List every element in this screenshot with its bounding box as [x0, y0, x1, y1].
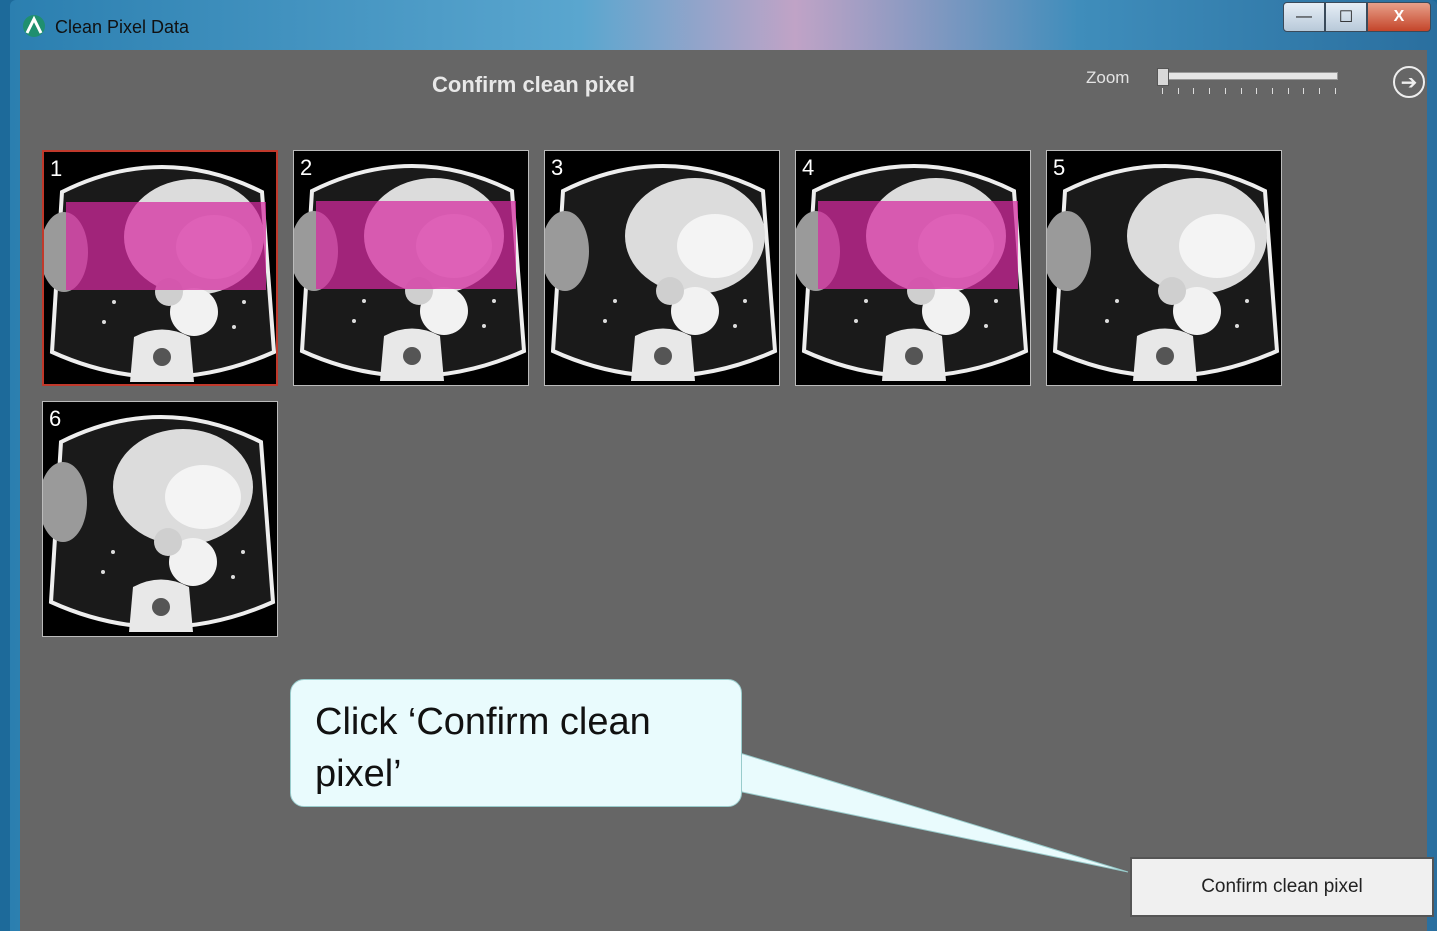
thumbnail-number: 6	[49, 406, 62, 431]
title-bar[interactable]: Clean Pixel Data — ☐ X	[10, 0, 1437, 50]
pixel-mask-overlay	[316, 201, 516, 289]
callout-text: Click ‘Confirm clean pixel’	[315, 701, 651, 795]
minimize-button[interactable]: —	[1283, 2, 1325, 32]
app-logo-icon	[23, 15, 45, 37]
maximize-button[interactable]: ☐	[1325, 2, 1367, 32]
thumbnail-number: 5	[1053, 155, 1066, 180]
pixel-mask-overlay	[818, 201, 1018, 289]
application-window: Clean Pixel Data — ☐ X Confirm clean pix…	[10, 0, 1437, 931]
pixel-mask-overlay	[66, 202, 266, 290]
thumbnail-number: 4	[802, 155, 815, 180]
confirm-clean-pixel-button[interactable]: Confirm clean pixel	[1130, 857, 1434, 917]
thumbnail-number: 2	[300, 155, 313, 180]
main-panel: Confirm clean pixel Zoom ➔ 1 2 3 4 5 6 C…	[20, 50, 1434, 931]
thumbnail-number: 1	[50, 156, 63, 181]
thumbnail-number: 3	[551, 155, 564, 180]
window-title: Clean Pixel Data	[55, 17, 190, 37]
instruction-callout: Click ‘Confirm clean pixel’	[290, 679, 742, 807]
close-button[interactable]: X	[1367, 2, 1431, 32]
